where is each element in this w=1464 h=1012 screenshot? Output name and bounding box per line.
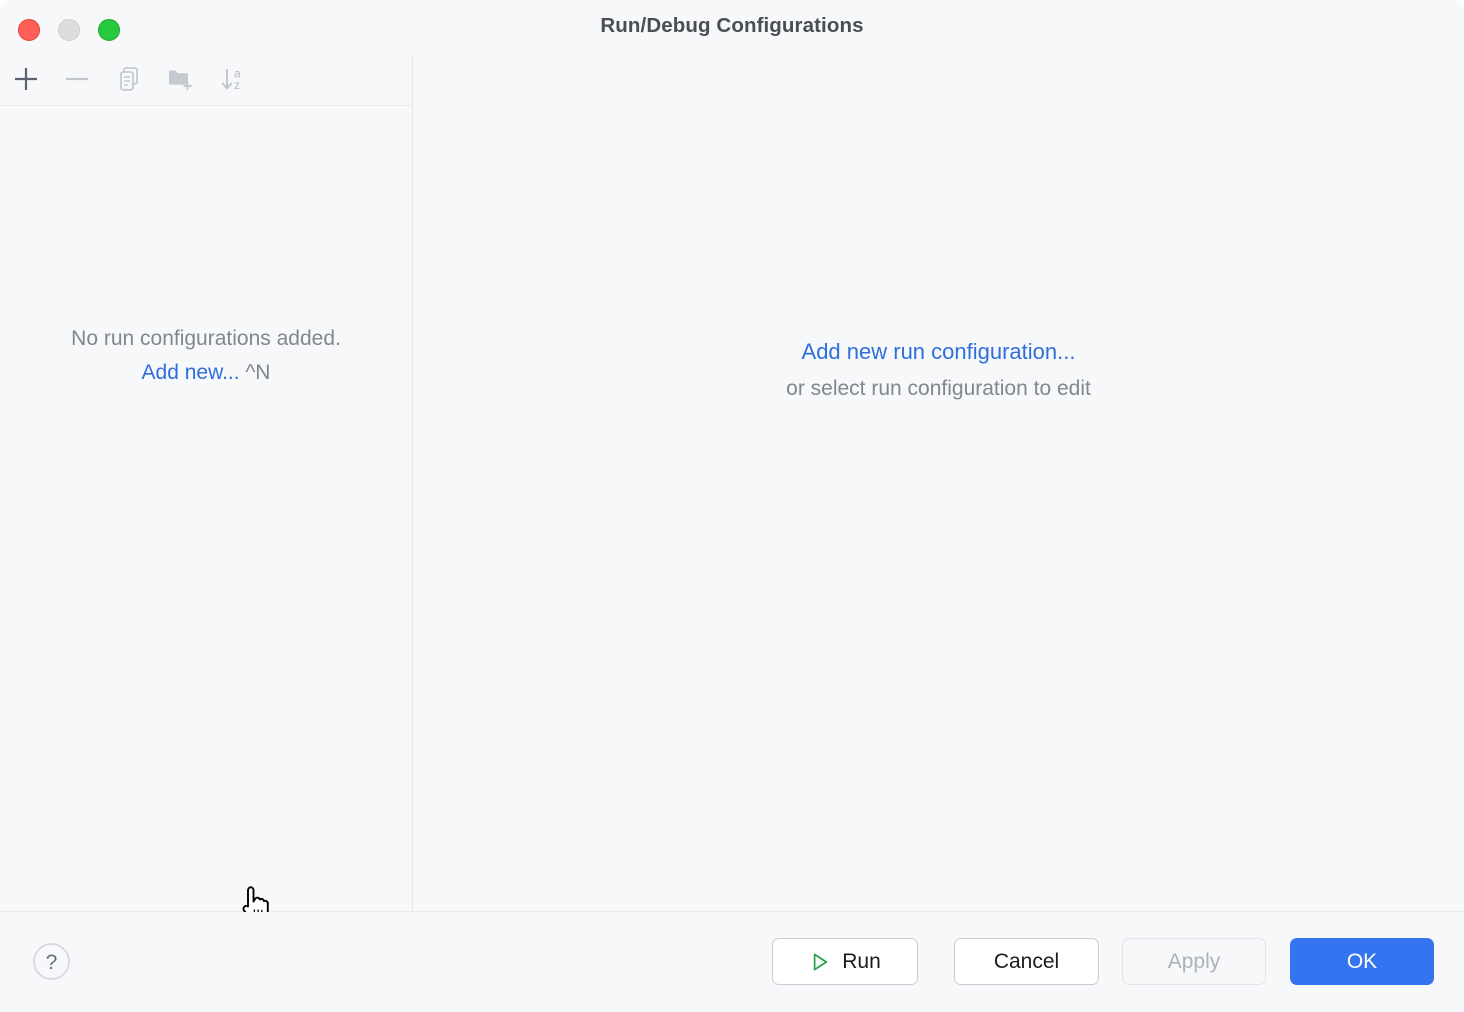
select-configuration-hint: or select run configuration to edit [413, 375, 1464, 404]
run-button-label: Run [842, 950, 881, 974]
ok-button[interactable]: OK [1290, 938, 1434, 985]
sort-alphabetical-icon: a z [218, 64, 248, 99]
add-new-row: Add new... ^N [0, 359, 412, 387]
play-icon [809, 951, 831, 973]
configuration-editor-panel: Add new run configuration... or select r… [413, 56, 1464, 911]
apply-button-label: Apply [1168, 950, 1221, 974]
cancel-button-label: Cancel [994, 950, 1059, 974]
apply-button[interactable]: Apply [1122, 938, 1266, 985]
plus-icon [11, 64, 41, 99]
no-configurations-message: No run configurations added. [0, 325, 412, 353]
add-new-shortcut: ^N [245, 361, 270, 384]
run-button[interactable]: Run [772, 938, 918, 985]
copy-configuration-button[interactable] [111, 63, 147, 99]
minus-icon [62, 64, 92, 99]
cancel-button[interactable]: Cancel [954, 938, 1099, 985]
copy-icon [115, 65, 143, 98]
configurations-list-panel: No run configurations added. Add new... … [0, 106, 412, 911]
add-new-link[interactable]: Add new... [142, 361, 240, 384]
configurations-toolbar: a z [0, 56, 412, 106]
new-folder-button[interactable] [163, 63, 199, 99]
remove-configuration-button[interactable] [59, 63, 95, 99]
new-folder-icon [166, 65, 196, 98]
help-icon-glyph: ? [46, 951, 58, 974]
add-new-run-configuration-link[interactable]: Add new run configuration... [413, 337, 1464, 367]
ok-button-label: OK [1347, 950, 1377, 974]
run-debug-configurations-dialog: Run/Debug Configurations [0, 0, 1464, 1012]
page-title: Run/Debug Configurations [0, 14, 1464, 38]
sort-configurations-button[interactable]: a z [215, 63, 251, 99]
svg-text:z: z [234, 78, 240, 92]
help-button[interactable]: ? [32, 942, 71, 981]
add-configuration-button[interactable] [8, 63, 44, 99]
titlebar: Run/Debug Configurations [0, 0, 1464, 56]
dialog-footer: ? Run Cancel Apply OK [0, 912, 1464, 1012]
right-empty-state: Add new run configuration... or select r… [413, 337, 1464, 403]
left-empty-state: No run configurations added. Add new... … [0, 325, 412, 387]
